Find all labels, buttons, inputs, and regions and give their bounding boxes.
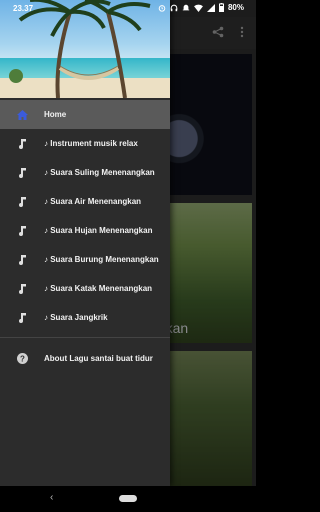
music-note-icon	[19, 167, 26, 178]
drawer-menu: Home ♪ Instrument musik relax ♪ Suara Su…	[0, 100, 170, 373]
drawer-divider	[0, 337, 170, 338]
music-note-icon	[19, 225, 26, 236]
battery-icon	[218, 3, 224, 12]
status-time: 23.37	[13, 4, 34, 13]
home-gesture-pill[interactable]	[119, 495, 137, 502]
drawer-item-about[interactable]: ? About Lagu santai buat tidur	[0, 344, 170, 373]
drawer-item-label: ♪ Suara Jangkrik	[44, 313, 108, 322]
help-icon: ?	[16, 353, 28, 364]
battery-percent: 80%	[227, 3, 244, 12]
alarm-icon	[158, 4, 166, 12]
drawer-item-air[interactable]: ♪ Suara Air Menenangkan	[0, 187, 170, 216]
drawer-item-label: ♪ Suara Burung Menenangkan	[44, 255, 159, 264]
music-note-icon	[19, 312, 26, 323]
drawer-item-katak[interactable]: ♪ Suara Katak Menenangkan	[0, 274, 170, 303]
drawer-item-label: Home	[44, 110, 67, 119]
drawer-item-label: ♪ Instrument musik relax	[44, 139, 138, 148]
drawer-item-label: ♪ Suara Katak Menenangkan	[44, 284, 153, 293]
drawer-item-instrument[interactable]: ♪ Instrument musik relax	[0, 129, 170, 158]
music-note-icon	[19, 283, 26, 294]
drawer-item-burung[interactable]: ♪ Suara Burung Menenangkan	[0, 245, 170, 274]
music-note-icon	[19, 196, 26, 207]
drawer-item-jangkrik[interactable]: ♪ Suara Jangkrik	[0, 303, 170, 332]
back-icon[interactable]: ‹	[50, 492, 53, 503]
music-note-icon	[19, 138, 26, 149]
drawer-item-suling[interactable]: ♪ Suara Suling Menenangkan	[0, 158, 170, 187]
wifi-icon	[194, 4, 203, 12]
drawer-item-hujan[interactable]: ♪ Suara Hujan Menenangkan	[0, 216, 170, 245]
signal-icon	[206, 3, 215, 12]
drawer-item-label: ♪ Suara Suling Menenangkan	[44, 168, 155, 177]
drawer-item-home[interactable]: Home	[0, 100, 170, 129]
home-icon	[16, 109, 28, 120]
navigation-drawer: Home ♪ Instrument musik relax ♪ Suara Su…	[0, 0, 170, 486]
svg-text:?: ?	[20, 355, 25, 364]
status-bar: 23.37 80%	[0, 0, 256, 17]
system-nav-bar: ‹	[0, 486, 256, 512]
headset-icon	[170, 4, 178, 11]
notification-icon	[182, 4, 190, 10]
music-note-icon	[19, 254, 26, 265]
drawer-item-label: ♪ Suara Hujan Menenangkan	[44, 226, 153, 235]
drawer-item-label: ♪ Suara Air Menenangkan	[44, 197, 142, 206]
drawer-item-label: About Lagu santai buat tidur	[44, 354, 153, 363]
